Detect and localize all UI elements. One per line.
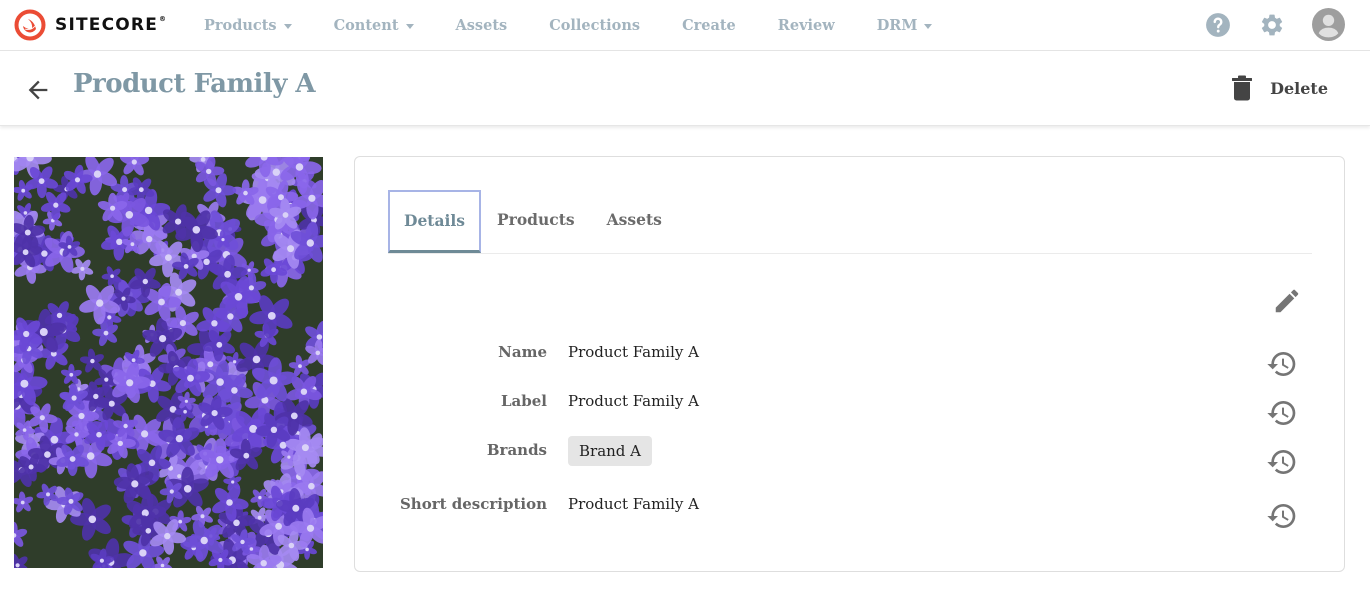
sitecore-logo[interactable]: SITECORE® xyxy=(14,8,167,42)
nav-collections-label: Collections xyxy=(549,16,641,34)
brand-chip[interactable]: Brand A xyxy=(568,436,652,466)
nav-content[interactable]: Content xyxy=(334,17,414,34)
chevron-down-icon xyxy=(283,23,292,29)
nav-review[interactable]: Review xyxy=(778,17,835,34)
nav-products[interactable]: Products xyxy=(204,17,292,34)
flower-image-graphic xyxy=(14,157,323,568)
arrow-left-icon[interactable] xyxy=(24,76,52,104)
sitecore-logo-icon xyxy=(14,9,46,41)
user-avatar-icon[interactable] xyxy=(1312,8,1345,41)
trash-icon xyxy=(1232,75,1253,101)
tab-products[interactable]: Products xyxy=(481,190,591,253)
details-card: Details Products Assets Name Product Fam… xyxy=(354,156,1345,572)
nav-assets-label: Assets xyxy=(455,16,508,34)
chevron-down-icon xyxy=(924,23,933,29)
field-value-label: Product Family A xyxy=(568,392,699,410)
field-value-short-description: Product Family A xyxy=(568,495,699,513)
tab-bar: Details Products Assets xyxy=(388,190,1312,254)
field-label-short-description: Short description xyxy=(399,495,547,513)
pencil-icon[interactable] xyxy=(1272,286,1302,316)
history-icon[interactable] xyxy=(1266,397,1298,429)
main-nav: Products Content Assets Collections Crea… xyxy=(204,0,974,50)
settings-icon[interactable] xyxy=(1259,12,1285,38)
field-label-label: Label xyxy=(501,392,547,410)
nav-products-label: Products xyxy=(204,16,277,34)
page-title: Product Family A xyxy=(73,69,316,99)
field-value-name: Product Family A xyxy=(568,343,699,361)
nav-create-label: Create xyxy=(682,16,736,34)
nav-assets[interactable]: Assets xyxy=(456,17,508,34)
delete-button[interactable]: Delete xyxy=(1231,75,1328,101)
history-icon[interactable] xyxy=(1266,348,1298,380)
field-label-brands: Brands xyxy=(486,441,547,459)
product-image xyxy=(14,157,323,568)
top-nav-bar: SITECORE® Products Content Assets Collec… xyxy=(0,0,1370,51)
history-icon[interactable] xyxy=(1266,500,1298,532)
nav-drm[interactable]: DRM xyxy=(877,17,933,34)
field-label-name: Name xyxy=(498,343,547,361)
page-header: Product Family A Delete xyxy=(0,51,1370,126)
tab-details[interactable]: Details xyxy=(388,190,482,253)
nav-create[interactable]: Create xyxy=(682,17,736,34)
nav-content-label: Content xyxy=(333,16,399,34)
nav-drm-label: DRM xyxy=(876,16,918,34)
delete-label: Delete xyxy=(1270,78,1328,98)
brand-name: SITECORE® xyxy=(55,15,168,35)
nav-collections[interactable]: Collections xyxy=(549,17,640,34)
chevron-down-icon xyxy=(405,23,414,29)
help-icon[interactable] xyxy=(1205,12,1231,38)
nav-review-label: Review xyxy=(777,16,835,34)
tab-assets[interactable]: Assets xyxy=(591,190,678,253)
history-icon[interactable] xyxy=(1266,446,1298,478)
